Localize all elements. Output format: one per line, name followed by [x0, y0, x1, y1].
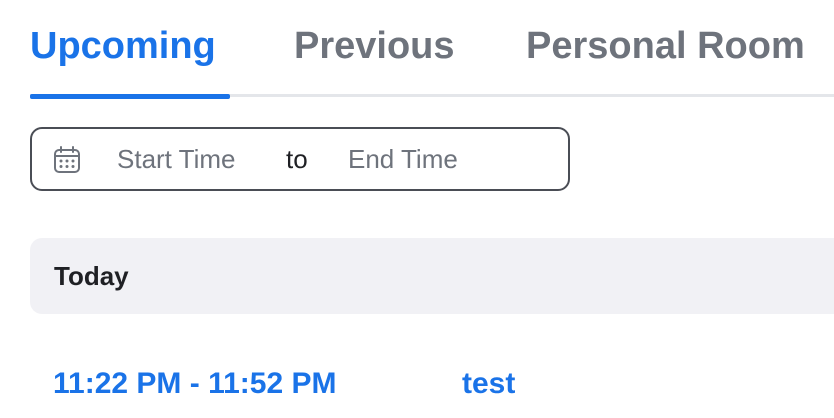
- tab-previous[interactable]: Previous: [294, 22, 455, 70]
- section-header-today: Today: [30, 238, 834, 314]
- meeting-title[interactable]: test: [462, 366, 515, 402]
- active-tab-indicator: [30, 94, 230, 99]
- tab-personal-room[interactable]: Personal Room: [526, 22, 805, 70]
- end-time-field[interactable]: End Time: [348, 144, 458, 174]
- start-time-field[interactable]: Start Time: [117, 144, 235, 174]
- meeting-tabs: Upcoming Previous Personal Room: [0, 0, 834, 99]
- tab-upcoming[interactable]: Upcoming: [30, 22, 216, 70]
- calendar-icon: [54, 146, 80, 173]
- date-range-picker[interactable]: Start Time to End Time: [30, 127, 570, 191]
- meeting-row[interactable]: 11:22 PM - 11:52 PM test: [0, 360, 834, 410]
- meeting-time[interactable]: 11:22 PM - 11:52 PM: [53, 366, 336, 402]
- date-range-separator: to: [286, 144, 308, 174]
- section-title: Today: [54, 261, 129, 291]
